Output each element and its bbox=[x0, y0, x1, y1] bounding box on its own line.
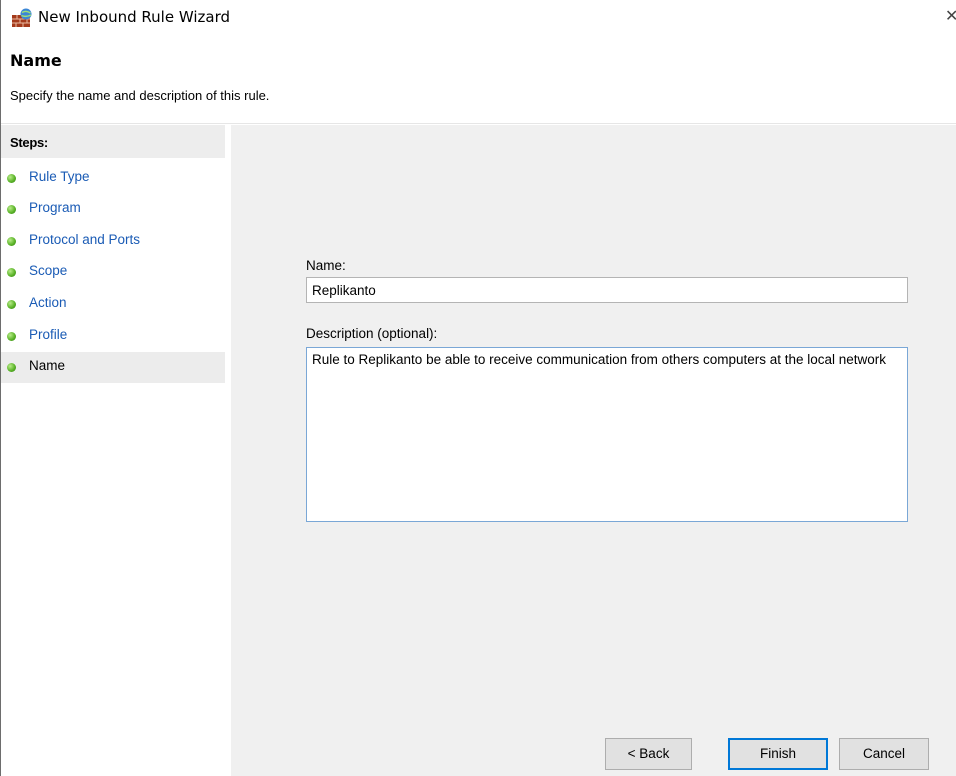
step-name[interactable]: Name bbox=[1, 352, 225, 383]
step-complete-icon bbox=[7, 268, 16, 277]
description-label: Description (optional): bbox=[306, 326, 438, 341]
page-title: Name bbox=[10, 51, 62, 70]
step-complete-icon bbox=[7, 332, 16, 341]
title-bar[interactable]: New Inbound Rule Wizard ✕ bbox=[1, 0, 956, 38]
step-complete-icon bbox=[7, 205, 16, 214]
name-label: Name: bbox=[306, 258, 346, 273]
step-label: Protocol and Ports bbox=[29, 232, 141, 247]
steps-heading: Steps: bbox=[1, 125, 225, 158]
content-pane: Name: Description (optional): Rule to Re… bbox=[231, 125, 956, 776]
step-label: Profile bbox=[29, 327, 68, 342]
page-description: Specify the name and description of this… bbox=[10, 88, 270, 103]
close-icon[interactable]: ✕ bbox=[945, 6, 956, 30]
wizard-header: Name Specify the name and description of… bbox=[1, 38, 956, 124]
name-input[interactable] bbox=[306, 277, 908, 303]
steps-pane: Steps: Rule Type Program Protocol and Po… bbox=[1, 125, 231, 776]
step-protocol-and-ports[interactable]: Protocol and Ports bbox=[1, 226, 225, 257]
cancel-button[interactable]: Cancel bbox=[839, 738, 929, 770]
step-complete-icon bbox=[7, 237, 16, 246]
firewall-wall-icon bbox=[11, 8, 33, 28]
step-complete-icon bbox=[7, 174, 16, 183]
step-label: Rule Type bbox=[29, 169, 90, 184]
window-title: New Inbound Rule Wizard bbox=[38, 8, 230, 26]
step-program[interactable]: Program bbox=[1, 194, 225, 225]
step-scope[interactable]: Scope bbox=[1, 257, 225, 288]
step-action[interactable]: Action bbox=[1, 289, 225, 320]
step-label: Action bbox=[29, 295, 67, 310]
step-label: Program bbox=[29, 200, 81, 215]
back-button[interactable]: < Back bbox=[605, 738, 692, 770]
step-profile[interactable]: Profile bbox=[1, 321, 225, 352]
step-current-icon bbox=[7, 363, 16, 372]
step-complete-icon bbox=[7, 300, 16, 309]
description-textarea[interactable]: Rule to Replikanto be able to receive co… bbox=[306, 347, 908, 522]
wizard-window: New Inbound Rule Wizard ✕ Name Specify t… bbox=[0, 0, 956, 776]
step-rule-type[interactable]: Rule Type bbox=[1, 163, 225, 194]
finish-button[interactable]: Finish bbox=[728, 738, 828, 770]
step-label: Scope bbox=[29, 263, 68, 278]
step-label: Name bbox=[29, 358, 66, 373]
